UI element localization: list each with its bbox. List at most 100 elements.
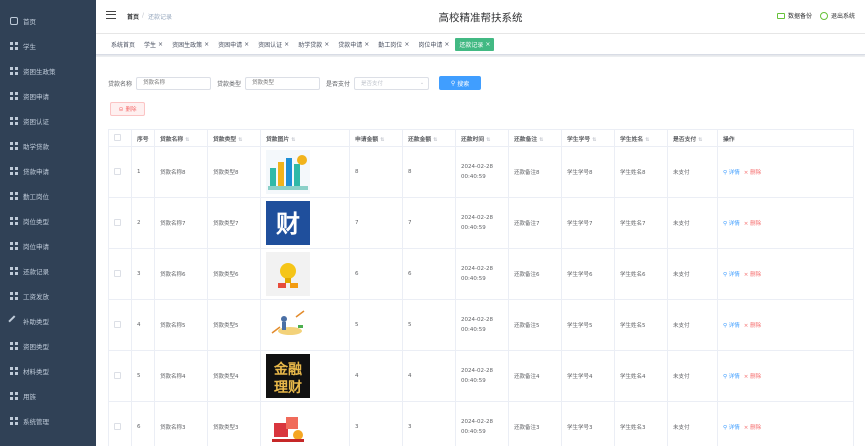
column-header[interactable]: 操作 bbox=[717, 129, 854, 147]
sidebar-item-10[interactable]: 还款记录 bbox=[0, 258, 96, 283]
column-header[interactable]: 学生姓名 ⇅ bbox=[614, 129, 668, 147]
sidebar-item-14[interactable]: 材料类型 bbox=[0, 358, 96, 383]
paid-select[interactable]: 是否支付 ⌄ bbox=[354, 76, 430, 90]
row-checkbox[interactable] bbox=[114, 167, 121, 175]
tag-7[interactable]: 勤工岗位 × bbox=[375, 38, 412, 51]
sort-icon[interactable]: ⇅ bbox=[433, 137, 437, 143]
column-header[interactable]: 还款金额 ⇅ bbox=[402, 129, 456, 147]
column-header-label: 还款金额 bbox=[408, 136, 432, 143]
delete-button[interactable]: × 删除 bbox=[744, 168, 761, 176]
sidebar-item-16[interactable]: 系统管理 bbox=[0, 408, 96, 433]
sidebar-item-7[interactable]: 勤工岗位 bbox=[0, 183, 96, 208]
close-icon[interactable]: × bbox=[204, 41, 209, 48]
close-icon[interactable]: × bbox=[404, 41, 409, 48]
tag-label: 资困认证 bbox=[258, 41, 283, 49]
column-header[interactable]: 序号 bbox=[131, 129, 155, 147]
detail-button[interactable]: ⚲ 详情 bbox=[723, 372, 740, 380]
sort-icon[interactable]: ⇅ bbox=[380, 137, 384, 143]
sidebar-item-9[interactable]: 岗位申请 bbox=[0, 233, 96, 258]
column-header[interactable]: 贷款图片 ⇅ bbox=[260, 129, 350, 147]
tag-4[interactable]: 资困认证 × bbox=[255, 38, 292, 51]
delete-button[interactable]: × 删除 bbox=[744, 270, 761, 278]
sidebar-item-8[interactable]: 岗位类型 bbox=[0, 208, 96, 233]
column-header[interactable]: 还款备注 ⇅ bbox=[508, 129, 562, 147]
close-icon[interactable]: × bbox=[158, 41, 163, 48]
row-checkbox[interactable] bbox=[114, 218, 121, 226]
tag-0[interactable]: 系统首页 bbox=[108, 38, 138, 51]
close-icon[interactable]: × bbox=[284, 41, 289, 48]
search-icon: ⚲ bbox=[450, 79, 456, 87]
sort-icon[interactable]: ⇅ bbox=[486, 137, 490, 143]
delete-button[interactable]: × 删除 bbox=[744, 372, 761, 380]
search-button[interactable]: ⚲ 搜索 bbox=[439, 76, 482, 90]
column-header[interactable]: 学生学号 ⇅ bbox=[561, 129, 615, 147]
column-header-label: 操作 bbox=[723, 136, 735, 143]
sidebar-item-0[interactable]: 首页 bbox=[0, 8, 96, 33]
apply-amount-cell: 6 bbox=[349, 248, 403, 300]
sort-icon[interactable]: ⇅ bbox=[238, 137, 242, 143]
loan-image[interactable] bbox=[266, 252, 310, 296]
student-name: 学生姓名5 bbox=[620, 323, 646, 329]
apply-amount: 3 bbox=[355, 424, 359, 430]
column-header[interactable]: 申请金额 ⇅ bbox=[349, 129, 403, 147]
tag-6[interactable]: 贷款申请 × bbox=[335, 38, 372, 51]
tag-9[interactable]: 还款记录 × bbox=[455, 37, 495, 51]
sidebar-item-2[interactable]: 资困生政策 bbox=[0, 58, 96, 83]
sidebar-item-11[interactable]: 工资发放 bbox=[0, 283, 96, 308]
delete-button[interactable]: × 删除 bbox=[744, 321, 761, 329]
sort-icon[interactable]: ⇅ bbox=[291, 137, 295, 143]
close-icon[interactable]: × bbox=[364, 41, 369, 48]
tag-3[interactable]: 资困申请 × bbox=[215, 38, 252, 51]
row-checkbox[interactable] bbox=[114, 269, 121, 277]
column-header[interactable]: 是否支付 ⇅ bbox=[667, 129, 718, 147]
loan-type-input[interactable] bbox=[245, 76, 321, 90]
tag-8[interactable]: 岗位申请 × bbox=[415, 38, 452, 51]
detail-button[interactable]: ⚲ 详情 bbox=[723, 270, 740, 278]
backup-button[interactable]: 数据备份 bbox=[776, 11, 812, 20]
row-checkbox[interactable] bbox=[114, 371, 121, 379]
delete-button[interactable]: × 删除 bbox=[744, 219, 761, 227]
batch-delete-button[interactable]: ⊝ 删除 bbox=[110, 102, 145, 116]
detail-button[interactable]: ⚲ 详情 bbox=[723, 219, 740, 227]
tag-1[interactable]: 学生 × bbox=[141, 38, 166, 51]
tag-5[interactable]: 助学贷款 × bbox=[295, 38, 332, 51]
close-icon[interactable]: × bbox=[485, 41, 490, 48]
detail-button[interactable]: ⚲ 详情 bbox=[723, 321, 740, 329]
sidebar-item-12[interactable]: 补助类型 bbox=[0, 308, 96, 333]
loan-name-input[interactable] bbox=[136, 76, 212, 90]
delete-button[interactable]: × 删除 bbox=[744, 423, 761, 431]
logout-button[interactable]: 退出系统 bbox=[819, 11, 855, 20]
sort-icon[interactable]: ⇅ bbox=[592, 137, 596, 143]
sort-icon[interactable]: ⇅ bbox=[185, 137, 189, 143]
row-checkbox[interactable] bbox=[114, 422, 121, 430]
sidebar-item-4[interactable]: 资困认证 bbox=[0, 108, 96, 133]
row-checkbox[interactable] bbox=[114, 320, 121, 328]
grid-icon bbox=[10, 141, 18, 150]
loan-image[interactable]: 金融理财 bbox=[266, 354, 310, 398]
close-icon[interactable]: × bbox=[444, 41, 449, 48]
sidebar-item-6[interactable]: 贷款申请 bbox=[0, 158, 96, 183]
sort-icon[interactable]: ⇅ bbox=[539, 137, 543, 143]
tag-2[interactable]: 资困生政策 × bbox=[169, 38, 212, 51]
loan-image[interactable] bbox=[266, 405, 310, 446]
sort-icon[interactable]: ⇅ bbox=[645, 137, 649, 143]
sidebar-item-5[interactable]: 助学贷款 bbox=[0, 133, 96, 158]
paid-status: 未支付 bbox=[673, 272, 690, 278]
sort-icon[interactable]: ⇅ bbox=[698, 137, 702, 143]
select-all-checkbox[interactable] bbox=[114, 133, 121, 141]
sidebar-item-15[interactable]: 用族 bbox=[0, 383, 96, 408]
student-number: 学生学号7 bbox=[567, 221, 593, 227]
loan-image[interactable] bbox=[266, 303, 310, 347]
detail-button[interactable]: ⚲ 详情 bbox=[723, 423, 740, 431]
close-icon[interactable]: × bbox=[244, 41, 249, 48]
loan-image[interactable] bbox=[266, 150, 310, 194]
sidebar-item-1[interactable]: 学生 bbox=[0, 33, 96, 58]
column-header[interactable]: 贷款类型 ⇅ bbox=[207, 129, 261, 147]
sidebar-item-13[interactable]: 资困类型 bbox=[0, 333, 96, 358]
column-header[interactable]: 还款时间 ⇅ bbox=[455, 129, 509, 147]
loan-image[interactable]: 财 bbox=[266, 201, 310, 245]
detail-button[interactable]: ⚲ 详情 bbox=[723, 168, 740, 176]
sidebar-item-3[interactable]: 资困申请 bbox=[0, 83, 96, 108]
close-icon[interactable]: × bbox=[324, 41, 329, 48]
column-header[interactable]: 贷款名称 ⇅ bbox=[154, 129, 208, 147]
